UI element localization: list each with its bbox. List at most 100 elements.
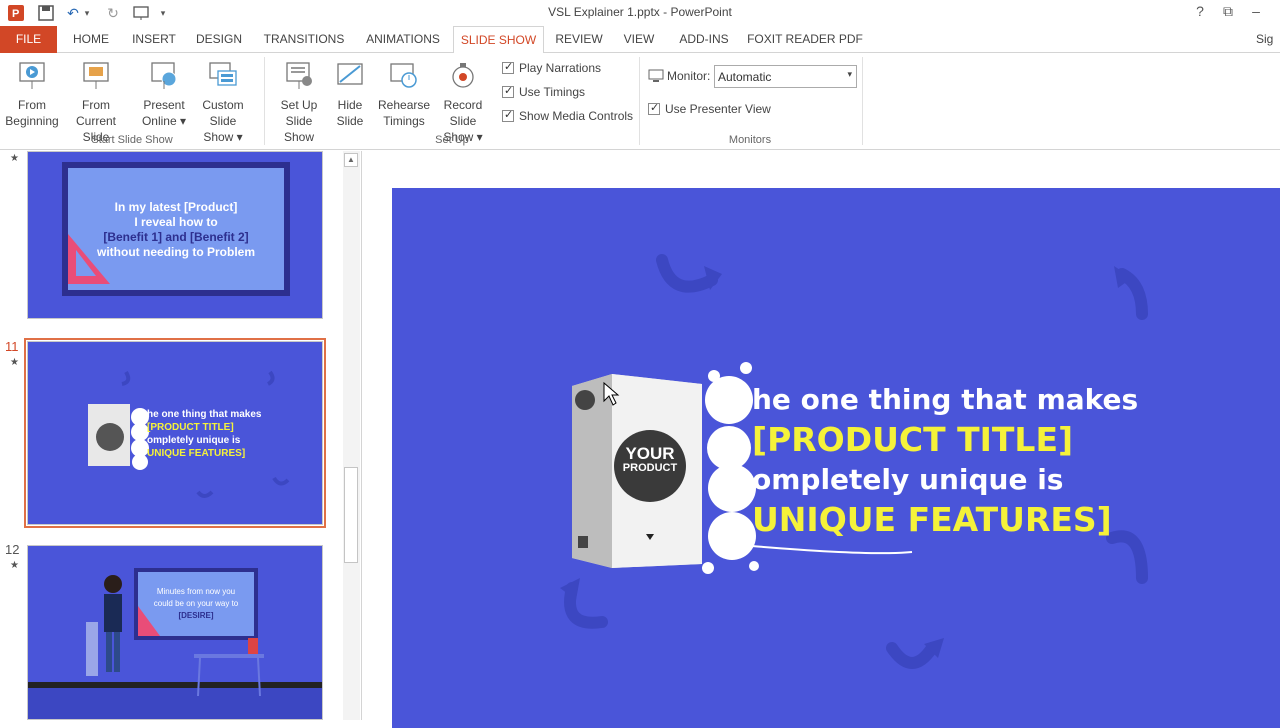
record-icon	[446, 59, 480, 93]
tab-insert[interactable]: INSERT	[126, 26, 182, 53]
tab-design[interactable]: DESIGN	[190, 26, 248, 53]
slide-thumbnail-11[interactable]: he one thing that makes [PRODUCT TITLE] …	[24, 338, 326, 528]
animation-star-icon: ★	[10, 153, 19, 164]
group-separator	[639, 57, 640, 145]
slide-10-text: In my latest [Product] I reveal how to […	[68, 200, 284, 260]
tab-file[interactable]: FILE	[0, 26, 57, 53]
help-button[interactable]: ?	[1188, 3, 1212, 23]
monitor-select-value: Automatic	[718, 70, 772, 84]
from-beginning-label-2: Beginning	[5, 114, 59, 128]
group-label-start-slide-show: Start Slide Show	[91, 134, 173, 146]
from-current-slide-button[interactable]: From Current Slide	[62, 59, 130, 145]
slide-10-line: In my latest [Product]	[114, 200, 238, 214]
slide-11-line: [PRODUCT TITLE]	[147, 422, 234, 433]
ribbon-tabs: FILE HOME INSERT DESIGN TRANSITIONS ANIM…	[0, 26, 1280, 54]
scrollbar-thumb[interactable]	[344, 467, 358, 563]
slide-editor: YOUR PRODUCT he one thing that makes [PR…	[363, 151, 1280, 728]
slide-12-art	[28, 568, 322, 719]
tab-home[interactable]: HOME	[64, 26, 118, 53]
record-label-1: Record Slide	[443, 98, 483, 128]
slide-10-line: without needing to Problem	[97, 245, 255, 259]
play-narrations-checkbox[interactable]: Play Narrations	[502, 60, 602, 75]
product-box-label: YOUR PRODUCT	[616, 444, 684, 475]
thumbnail-scrollbar[interactable]: ▲	[343, 151, 360, 720]
tab-transitions[interactable]: TRANSITIONS	[256, 26, 352, 53]
from-current-label-1: From	[82, 98, 110, 112]
ribbon: From Beginning From Current Slide Presen…	[0, 53, 1280, 150]
move-cursor-icon	[603, 381, 620, 406]
group-label-monitors: Monitors	[728, 134, 772, 146]
rehearse-label-2: Timings	[383, 114, 425, 128]
monitor-label: Monitor:	[667, 69, 711, 83]
headline-line-4: UNIQUE FEATURES]	[752, 500, 1112, 539]
tab-foxit-reader-pdf[interactable]: FOXIT READER PDF	[744, 26, 866, 53]
ribbon-display-options-button[interactable]: ⧉	[1216, 3, 1240, 23]
globe-presentation-icon	[147, 59, 181, 93]
group-separator	[264, 57, 265, 145]
tab-view[interactable]: VIEW	[614, 26, 664, 53]
monitor-icon	[648, 69, 664, 82]
use-presenter-view-checkbox[interactable]: Use Presenter View	[648, 101, 771, 116]
slide-11-line: ompletely unique is	[147, 435, 241, 446]
hide-slide-label-1: Hide	[337, 98, 363, 112]
custom-show-icon	[206, 59, 240, 93]
headline-line-2: [PRODUCT TITLE]	[752, 420, 1074, 459]
tab-animations[interactable]: ANIMATIONS	[360, 26, 446, 53]
current-slide-canvas[interactable]: YOUR PRODUCT he one thing that makes [PR…	[392, 188, 1280, 728]
present-online-label-1: Present	[143, 98, 185, 112]
product-box-line-2: PRODUCT	[622, 462, 678, 474]
slide-number: 12	[5, 542, 20, 557]
slide-number: 11	[5, 339, 19, 354]
sign-in-link[interactable]: Sig	[1256, 26, 1280, 53]
slide-11-text: he one thing that makes [PRODUCT TITLE] …	[147, 408, 261, 460]
slide-10-line: [Benefit 1] and [Benefit 2]	[103, 230, 249, 244]
stopwatch-slide-icon	[387, 59, 421, 93]
slide-thumbnail-pane: ★ In my latest [Product] I reveal how to…	[0, 151, 362, 720]
show-media-controls-label: Show Media Controls	[519, 109, 634, 123]
rehearse-label-1: Rehearse	[378, 98, 431, 112]
use-timings-label: Use Timings	[519, 85, 586, 99]
record-slide-show-button[interactable]: Record Slide Show ▾	[430, 59, 496, 145]
present-online-button[interactable]: Present Online ▾	[140, 59, 188, 129]
title-bar: P ↶ ▾ ↻ ▾ VSL Explainer 1.pptx - PowerPo…	[0, 0, 1280, 26]
checkbox-checked-icon	[502, 84, 514, 98]
from-beginning-label-1: From	[18, 98, 46, 112]
slide-11-line: UNIQUE FEATURES]	[147, 448, 246, 459]
checkbox-checked-icon	[502, 108, 514, 122]
group-label-set-up: Set Up	[435, 134, 469, 146]
headline-line-1: he one thing that makes	[752, 383, 1139, 416]
show-media-controls-checkbox[interactable]: Show Media Controls	[502, 108, 634, 123]
hide-slide-button[interactable]: Hide Slide	[330, 59, 370, 129]
minimize-button[interactable]: –	[1244, 3, 1268, 23]
present-online-label-2: Online ▾	[141, 114, 187, 128]
animation-star-icon: ★	[10, 560, 19, 571]
window-title: VSL Explainer 1.pptx - PowerPoint	[548, 5, 732, 19]
hide-slide-label-2: Slide	[336, 114, 364, 128]
custom-show-label-1: Custom Slide	[202, 98, 244, 128]
scroll-up-icon[interactable]: ▲	[344, 153, 358, 167]
slide-11-line: he one thing that makes	[147, 409, 262, 420]
animation-star-icon: ★	[10, 357, 19, 368]
setup-show-icon	[282, 59, 316, 93]
slide-12-line: Minutes from now you	[156, 587, 236, 596]
slide-12-line: could be on your way to	[153, 599, 239, 608]
slide-thumbnail-12[interactable]: Minutes from now you could be on your wa…	[27, 545, 323, 720]
monitor-label-row: Monitor:	[648, 69, 710, 83]
set-up-slide-show-button[interactable]: Set Up Slide Show	[270, 59, 328, 145]
tab-add-ins[interactable]: ADD-INS	[672, 26, 736, 53]
slideshow-current-icon	[79, 59, 113, 93]
slide-thumbnail-10[interactable]: In my latest [Product] I reveal how to […	[27, 151, 323, 319]
use-presenter-view-label: Use Presenter View	[665, 102, 771, 116]
product-box-line-1: YOUR	[625, 444, 675, 463]
play-narrations-label: Play Narrations	[519, 61, 602, 75]
slide-12-text: Minutes from now you could be on your wa…	[138, 586, 254, 622]
setup-label-2: Slide Show	[283, 114, 315, 144]
monitor-select[interactable]: Automatic ▾	[714, 65, 857, 88]
custom-slide-show-button[interactable]: Custom Slide Show ▾	[188, 59, 258, 145]
from-beginning-button[interactable]: From Beginning	[4, 59, 60, 129]
rehearse-timings-button[interactable]: Rehearse Timings	[378, 59, 430, 129]
tab-slide-show[interactable]: SLIDE SHOW	[453, 26, 544, 54]
tab-review[interactable]: REVIEW	[552, 26, 606, 53]
use-timings-checkbox[interactable]: Use Timings	[502, 84, 586, 99]
checkbox-checked-icon	[648, 101, 660, 115]
